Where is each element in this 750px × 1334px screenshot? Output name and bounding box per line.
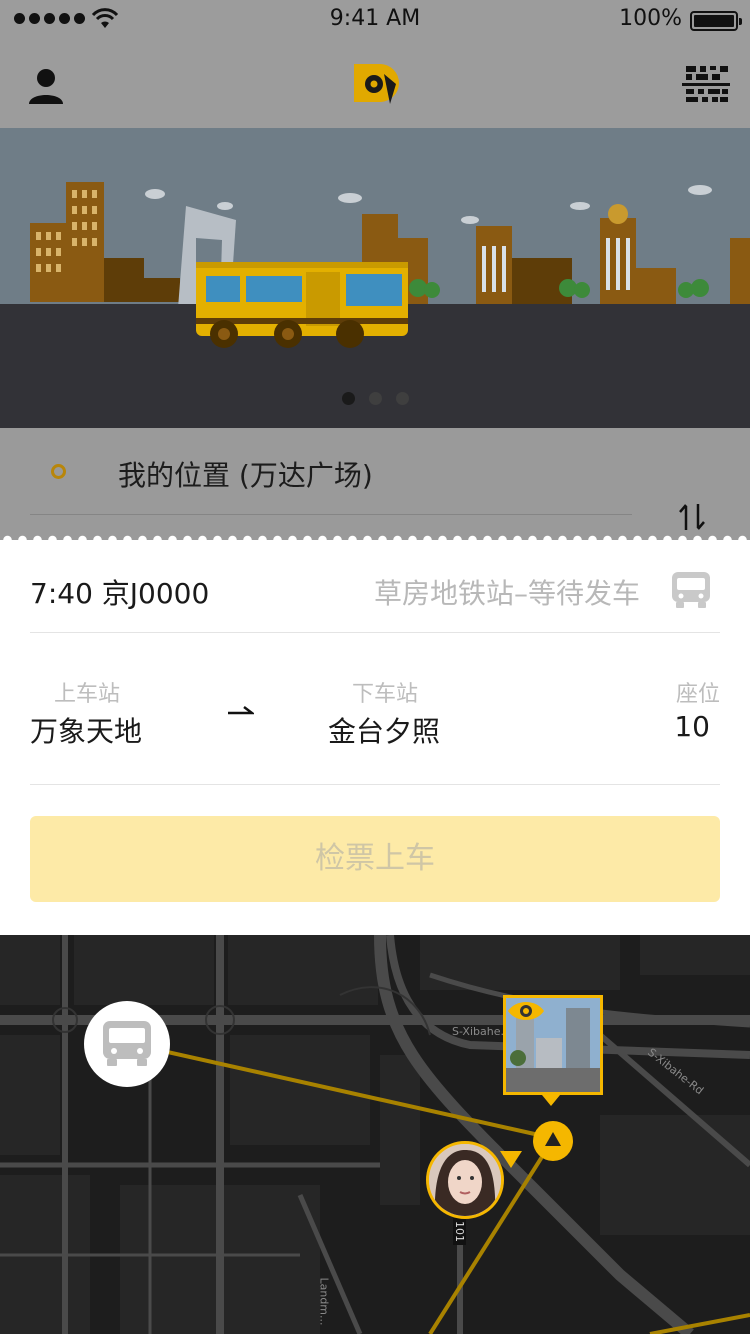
- origin-dot-icon: [51, 464, 66, 479]
- avatar-marker-pointer: [500, 1151, 522, 1168]
- route-map[interactable]: S-Xibahe... S-Xibahe-Rd 101 Landm...: [0, 935, 750, 1334]
- status-bar: 9:41 AM 100%: [0, 0, 750, 40]
- check-ticket-board-button[interactable]: 检票上车: [30, 816, 720, 902]
- road-label: 101: [453, 1218, 466, 1245]
- origin-location-text: 我的位置 (万达广场): [118, 459, 373, 492]
- user-profile-icon[interactable]: [26, 66, 66, 106]
- road-label: Landm...: [317, 1277, 331, 1326]
- current-location-marker[interactable]: [533, 1121, 573, 1161]
- seat-label: 座位: [675, 682, 720, 707]
- card-divider: [30, 632, 720, 633]
- city-bus-illustration: [0, 128, 750, 428]
- seat-value: 10: [674, 710, 710, 743]
- board-station-value: 万象天地: [30, 715, 143, 748]
- battery-percent: 100%: [619, 6, 682, 31]
- app-logo-icon: [354, 64, 399, 104]
- battery-icon: [690, 11, 742, 31]
- avatar: [429, 1144, 501, 1216]
- alight-station-label: 下车站: [352, 682, 419, 707]
- trip-time-plate: 7:40 京J0000: [30, 577, 210, 610]
- bus-location-marker[interactable]: [84, 1001, 170, 1087]
- carousel-dots[interactable]: [0, 392, 750, 405]
- card-divider: [30, 784, 720, 785]
- nav-bar: [0, 40, 750, 128]
- bus-icon: [672, 572, 710, 608]
- alight-station-value: 金台夕照: [328, 715, 441, 748]
- board-station-label: 上车站: [54, 682, 121, 707]
- ticket-card: 7:40 京J0000 草房地铁站–等待发车 上车站 万象天地 下车站 金台夕照…: [0, 534, 750, 936]
- location-divider: [30, 514, 632, 515]
- bus-icon: [103, 1021, 151, 1066]
- carousel-dot[interactable]: [395, 392, 409, 405]
- user-avatar-marker[interactable]: [426, 1141, 504, 1219]
- carousel-dot[interactable]: [368, 392, 382, 405]
- station-photo-marker[interactable]: [503, 995, 603, 1095]
- arrow-right-icon: [228, 706, 254, 715]
- origin-location-row[interactable]: 我的位置 (万达广场): [0, 428, 750, 540]
- view-eye-icon: [508, 1002, 544, 1020]
- photo-marker-pointer: [542, 1095, 560, 1106]
- swap-direction-icon[interactable]: [678, 502, 706, 532]
- carousel-dot[interactable]: [341, 392, 355, 405]
- qr-scan-icon[interactable]: [682, 64, 730, 104]
- promo-banner[interactable]: [0, 128, 750, 428]
- perforated-edge: [0, 534, 750, 546]
- map-streets: [0, 935, 750, 1334]
- trip-status-text: 草房地铁站–等待发车: [373, 577, 640, 610]
